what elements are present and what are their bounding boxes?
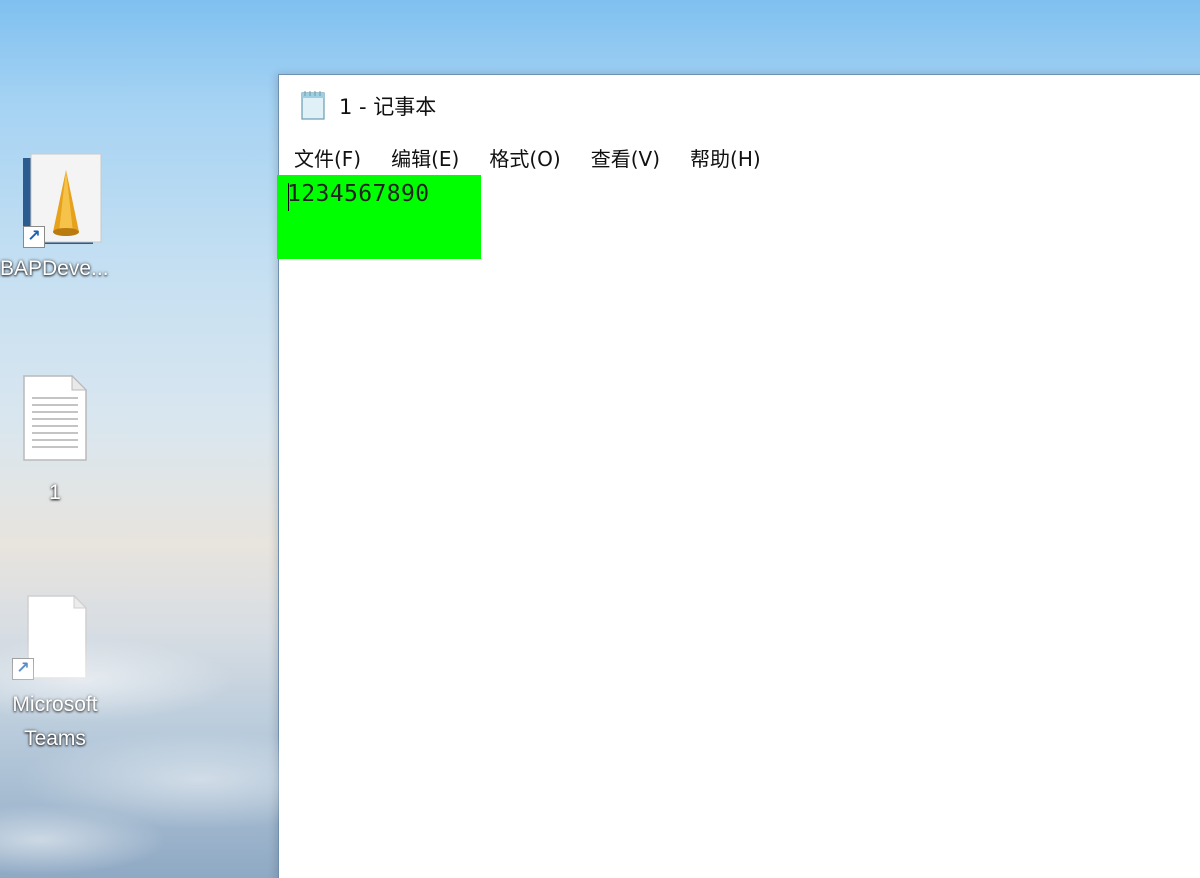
desktop-icon-abap[interactable]: ↗ BAPDeve... — [0, 150, 122, 286]
text-editor-area[interactable]: 1234567890 — [277, 175, 1200, 878]
text-caret — [288, 183, 289, 211]
blank-document-icon: ↗ — [12, 592, 90, 682]
editor-content: 1234567890 — [287, 181, 430, 207]
menu-file[interactable]: 文件(F) — [293, 141, 362, 174]
menu-help[interactable]: 帮助(H) — [689, 141, 762, 174]
desktop-icon-microsoft-teams[interactable]: ↗ Microsoft Teams — [0, 592, 120, 756]
notepad-window[interactable]: 1 - 记事本 文件(F) 编辑(E) 格式(O) 查看(V) 帮助(H) 12… — [277, 74, 1200, 878]
text-document-icon — [20, 372, 90, 464]
menu-format[interactable]: 格式(O) — [488, 141, 561, 174]
title-bar[interactable]: 1 - 记事本 — [279, 75, 1200, 135]
menu-view[interactable]: 查看(V) — [590, 141, 661, 174]
window-title: 1 - 记事本 — [339, 95, 437, 119]
shortcut-arrow-icon: ↗ — [23, 226, 45, 248]
desktop-icon-file-1[interactable]: 1 — [0, 372, 120, 510]
shortcut-arrow-icon: ↗ — [12, 658, 34, 680]
notepad-icon — [299, 89, 327, 121]
menu-edit[interactable]: 编辑(E) — [390, 141, 460, 174]
menu-bar: 文件(F) 编辑(E) 格式(O) 查看(V) 帮助(H) — [279, 139, 1200, 176]
desktop: ↗ BAPDeve... 1 ↗ Microsoft Teams 1 - 记事本… — [0, 0, 1200, 878]
abap-development-icon: ↗ — [9, 150, 105, 248]
desktop-icon-label: BAPDeve... — [0, 257, 109, 280]
desktop-icon-label: 1 — [49, 481, 61, 504]
desktop-icon-label: Microsoft Teams — [12, 693, 98, 750]
